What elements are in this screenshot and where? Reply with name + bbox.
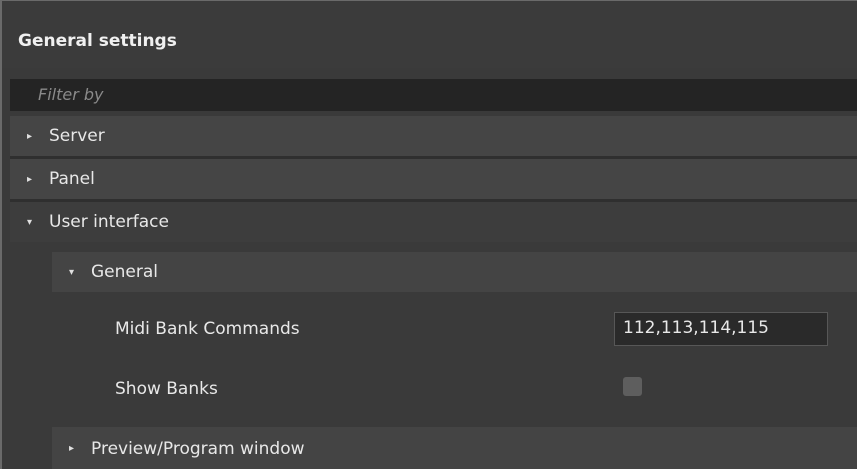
chevron-down-icon: ▾	[69, 266, 75, 278]
section-label: User interface	[49, 212, 169, 232]
subsection-label: Preview/Program window	[91, 438, 305, 459]
section-user-interface[interactable]: ▾ User interface	[10, 202, 857, 242]
section-label: Panel	[49, 169, 95, 189]
section-server[interactable]: ▸ Server	[10, 116, 857, 156]
show-banks-label: Show Banks	[115, 379, 218, 399]
filter-input[interactable]: Filter by	[10, 79, 857, 111]
chevron-right-icon: ▸	[27, 130, 33, 142]
subsection-label: General	[91, 262, 158, 282]
chevron-down-icon: ▾	[27, 216, 33, 228]
panel-title: General settings	[2, 1, 857, 68]
chevron-right-icon: ▸	[69, 443, 75, 454]
chevron-right-icon: ▸	[27, 173, 33, 185]
section-panel[interactable]: ▸ Panel	[10, 159, 857, 199]
section-label: Server	[49, 126, 105, 146]
subsection-preview-program-window[interactable]: ▸ Preview/Program window	[52, 427, 857, 469]
midi-bank-commands-label: Midi Bank Commands	[115, 319, 300, 339]
show-banks-checkbox[interactable]	[623, 377, 642, 396]
midi-bank-commands-input[interactable]: 112,113,114,115	[614, 312, 828, 346]
subsection-general[interactable]: ▾ General	[52, 252, 857, 292]
general-settings-panel: General settings Filter by ▸ Server ▸ Pa…	[0, 0, 857, 469]
